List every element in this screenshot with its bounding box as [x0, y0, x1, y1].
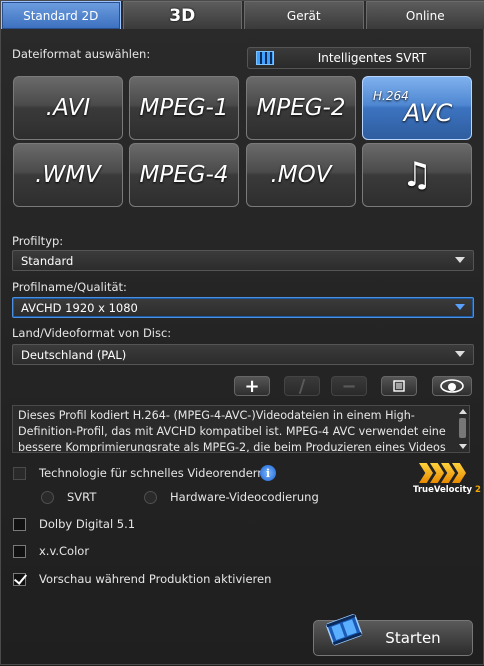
list-icon: [393, 380, 405, 392]
disc-format-dropdown[interactable]: Deutschland (PAL): [12, 344, 474, 365]
logo-chevron: [419, 463, 433, 483]
profile-name-dropdown[interactable]: AVCHD 1920 x 1080: [12, 297, 474, 318]
tab-online[interactable]: Online: [366, 1, 484, 29]
format-wmv-button[interactable]: .WMV: [13, 143, 123, 207]
svrt-icon: [256, 51, 274, 65]
dolby-label: Dolby Digital 5.1: [39, 517, 135, 531]
format-h264-avc-button[interactable]: H.264 AVC: [362, 76, 472, 140]
hw-encoding-radio[interactable]: [144, 491, 157, 504]
produce-window: Standard 2D 3D Gerät Online Dateiformat …: [0, 0, 484, 665]
format-label: AVC: [404, 99, 452, 127]
format-label: .MOV: [271, 162, 332, 188]
standard-2d-panel: Dateiformat auswählen: Intelligentes SVR…: [1, 31, 484, 666]
profile-name-label: Profilname/Qualität:: [12, 280, 127, 294]
scroll-thumb[interactable]: [459, 418, 466, 438]
format-label: .WMV: [35, 162, 101, 188]
minus-icon: −: [341, 376, 356, 397]
film-icon: [323, 606, 369, 652]
format-avi-button[interactable]: .AVI: [13, 76, 123, 140]
format-mpeg4-button[interactable]: MPEG-4: [129, 143, 239, 207]
format-label: MPEG-1: [139, 95, 228, 121]
format-sup-label: H.264: [373, 89, 409, 103]
profile-type-dropdown[interactable]: Standard: [12, 250, 474, 271]
eye-icon: [440, 379, 464, 393]
dolby-checkbox[interactable]: [13, 518, 26, 531]
delete-profile-button[interactable]: −: [331, 376, 367, 396]
scroll-down-icon: [459, 444, 467, 449]
description-scrollbar[interactable]: [456, 406, 469, 452]
preview-checkbox[interactable]: [13, 573, 26, 586]
scroll-up-icon: [459, 409, 467, 414]
tab-label: 3D: [169, 6, 195, 26]
logo-text: TrueVelocity 2: [413, 485, 481, 495]
chevron-down-icon: [455, 351, 465, 357]
start-label: Starten: [385, 629, 440, 647]
format-mpeg1-button[interactable]: MPEG-1: [129, 76, 239, 140]
disc-format-value: Deutschland (PAL): [21, 348, 126, 362]
format-label: MPEG-2: [256, 95, 345, 121]
music-notes-icon: ♫: [402, 155, 432, 195]
profile-list-button[interactable]: [381, 376, 417, 396]
tab-label: Standard 2D: [23, 9, 98, 23]
xvcolor-label: x.v.Color: [39, 544, 89, 558]
chevron-down-icon: [455, 304, 465, 310]
pencil-icon: /: [299, 376, 306, 397]
truevelocity-logo: TrueVelocity 2: [413, 463, 473, 499]
fast-render-label: Technologie für schnelles Videorendern:: [39, 466, 268, 480]
chevron-down-icon: [455, 257, 465, 263]
fast-render-checkbox[interactable]: [13, 467, 26, 480]
file-format-label: Dateiformat auswählen:: [12, 47, 150, 61]
tab-label: Online: [406, 9, 445, 23]
tab-3d[interactable]: 3D: [123, 1, 243, 29]
svrt-radio[interactable]: [41, 491, 54, 504]
preview-profile-button[interactable]: [432, 376, 472, 396]
preview-label: Vorschau während Produktion aktivieren: [39, 572, 271, 586]
profile-name-value: AVCHD 1920 x 1080: [21, 301, 138, 315]
format-audio-button[interactable]: ♫: [362, 143, 472, 207]
smart-svrt-label: Intelligentes SVRT: [274, 51, 470, 65]
plus-icon: +: [244, 376, 259, 397]
format-mov-button[interactable]: .MOV: [246, 143, 356, 207]
format-mpeg2-button[interactable]: MPEG-2: [246, 76, 356, 140]
format-label: .AVI: [46, 95, 90, 121]
hw-encoding-label: Hardware-Videocodierung: [170, 490, 319, 504]
tab-bar: Standard 2D 3D Gerät Online: [1, 1, 484, 31]
disc-format-label: Land/Videoformat von Disc:: [12, 326, 171, 340]
svrt-radio-label: SVRT: [67, 490, 96, 504]
profile-type-label: Profiltyp:: [12, 234, 63, 248]
tab-device[interactable]: Gerät: [244, 1, 364, 29]
smart-svrt-button[interactable]: Intelligentes SVRT: [247, 47, 471, 69]
edit-profile-button[interactable]: /: [284, 376, 320, 396]
format-label: MPEG-4: [139, 162, 228, 188]
add-profile-button[interactable]: +: [234, 376, 270, 396]
profile-description: Dieses Profil kodiert H.264- (MPEG-4-AVC…: [12, 405, 470, 453]
profile-type-value: Standard: [21, 254, 73, 268]
tab-standard-2d[interactable]: Standard 2D: [1, 1, 121, 29]
info-icon[interactable]: i: [260, 465, 276, 481]
tab-label: Gerät: [287, 9, 321, 23]
xvcolor-checkbox[interactable]: [13, 545, 26, 558]
